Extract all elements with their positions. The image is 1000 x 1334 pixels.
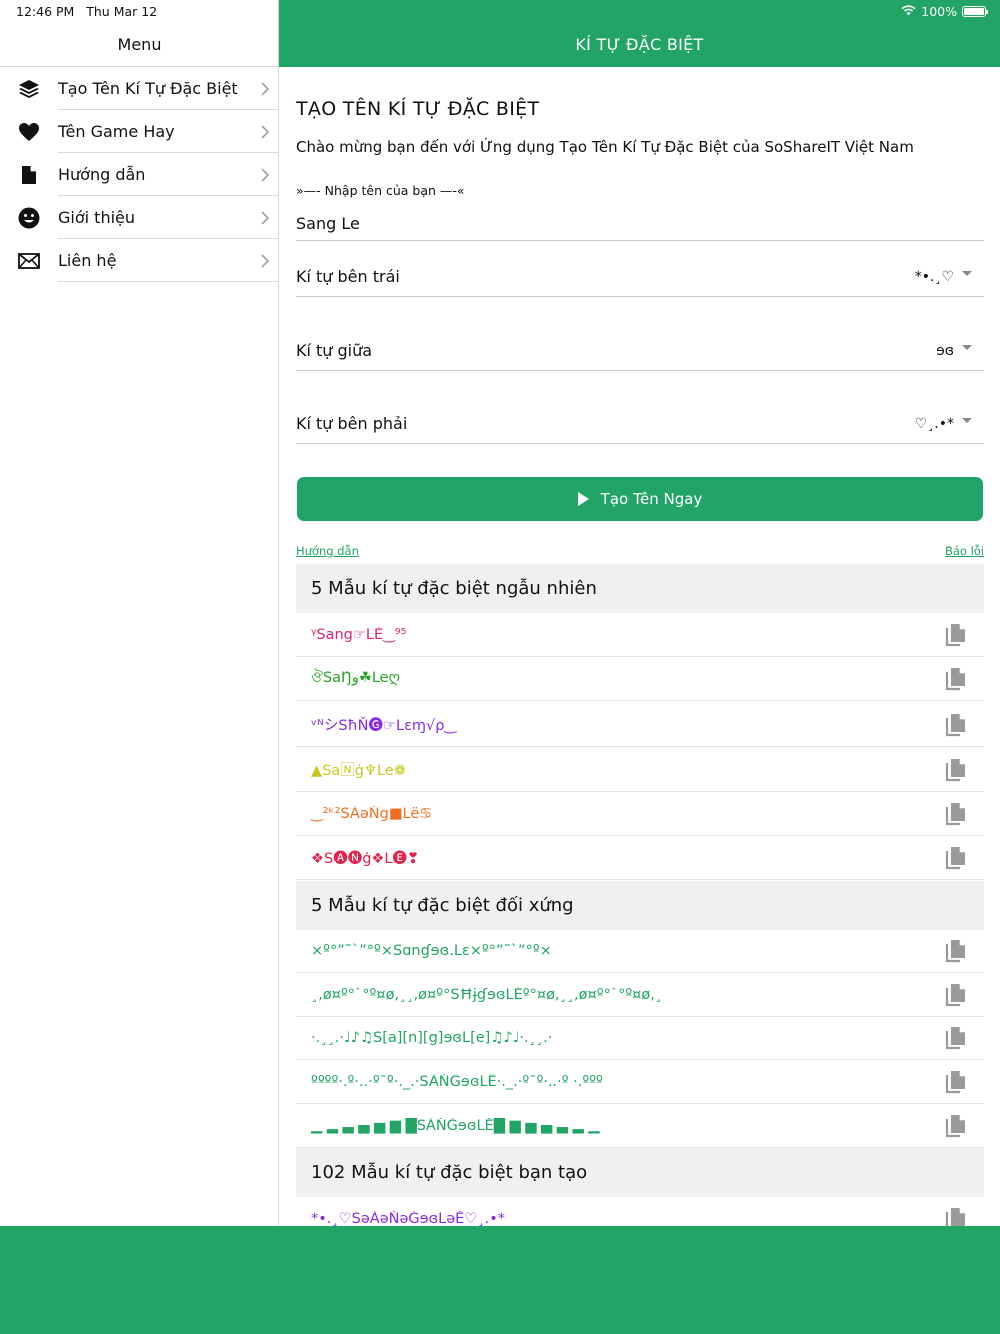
result-text: ❖S🅐🅝ģ❖L🅔❣ bbox=[311, 851, 420, 867]
chevron-right-icon bbox=[251, 124, 279, 139]
battery-percent: 100% bbox=[921, 4, 957, 19]
sidebar-item-label: Tên Game Hay bbox=[58, 122, 175, 141]
status-time-date: 12:46 PM Thu Mar 12 bbox=[16, 4, 158, 19]
result-row: ❖S🅐🅝ģ❖L🅔❣ bbox=[296, 836, 984, 880]
heart-icon bbox=[0, 122, 58, 142]
create-name-button[interactable]: Tạo Tên Ngay bbox=[297, 477, 983, 521]
result-text: ×º°”˜`”°º×Sɑnɠɘɞ.Lɛ×º°”˜`”°º× bbox=[311, 942, 552, 959]
result-text: ºººº·.º·..·º¯º·._.·SÄŇĜɘɞLË·._.·º¯º·..·º… bbox=[311, 1073, 603, 1090]
sidebar-item-guide[interactable]: Hướng dẫn bbox=[0, 153, 279, 196]
result-row: ¸,ø¤º°`°º¤ø,¸¸,ø¤º°SĦɉɠɘɞLĔº°¤ø,¸¸,ø¤º°`… bbox=[296, 973, 984, 1017]
bottom-banner bbox=[0, 1226, 1000, 1334]
sidebar-item-label: Tạo Tên Kí Tự Đặc Biệt bbox=[58, 79, 238, 98]
sidebar-item-create-name[interactable]: Tạo Tên Kí Tự Đặc Biệt bbox=[0, 67, 279, 110]
mail-icon bbox=[0, 252, 58, 269]
copy-icon[interactable] bbox=[934, 667, 978, 691]
sidebar-item-label: Hướng dẫn bbox=[58, 165, 146, 184]
result-row: ºººº·.º·..·º¯º·._.·SÄŇĜɘɞLË·._.·º¯º·..·º… bbox=[296, 1060, 984, 1104]
result-row: ‿²ᵏ²SÁǝŇg■Lë♋ bbox=[296, 792, 984, 836]
result-row: ×º°”˜`”°º×Sɑnɠɘɞ.Lɛ×º°”˜`”°º× bbox=[296, 929, 984, 973]
header-title: KÍ TỰ ĐẶC BIỆT bbox=[575, 35, 704, 54]
play-icon bbox=[577, 492, 589, 506]
result-text: ‿²ᵏ²SÁǝŇg■Lë♋ bbox=[311, 805, 433, 822]
app-screen: 12:46 PM Thu Mar 12 Menu Tạo Tên Kí Tự Đ… bbox=[0, 0, 1000, 1334]
result-text: ᵛᴺシSħŇ🅖☞Lɛɱ√ρ‿ bbox=[311, 718, 457, 734]
top-nav-bar: KÍ TỰ ĐẶC BIỆT bbox=[279, 0, 1000, 67]
layers-icon bbox=[0, 79, 58, 99]
section-header-random: 5 Mẫu kí tự đặc biệt ngẫu nhiên bbox=[296, 564, 984, 613]
copy-icon[interactable] bbox=[934, 802, 978, 826]
result-row: ▁ ▂ ▃ ▄ ▅ ▆ █SĂŇĞɘɞLĚ█ ▆ ▅ ▄ ▃ ▂ ▁ bbox=[296, 1104, 984, 1148]
copy-icon[interactable] bbox=[934, 623, 978, 647]
welcome-text: Chào mừng bạn đến với Ứng dụng Tạo Tên K… bbox=[296, 138, 914, 156]
copy-icon[interactable] bbox=[934, 713, 978, 737]
left-char-select[interactable]: Kí tự bên trái *•.¸♡ bbox=[296, 257, 984, 297]
select-label: Kí tự giữa bbox=[296, 341, 373, 360]
menu-title: Menu bbox=[117, 35, 162, 54]
result-text: ঔSaŊو☘Leღ bbox=[311, 669, 401, 686]
chevron-right-icon bbox=[251, 253, 279, 268]
middle-char-select[interactable]: Kí tự giữa ɘɞ bbox=[296, 331, 984, 371]
result-row: ·.¸¸.·♩♪♫S[a][n][g]ɘɞL[e]♫♪♩·.¸¸.· bbox=[296, 1016, 984, 1060]
result-row: ᵛᴺシSħŇ🅖☞Lɛɱ√ρ‿ bbox=[296, 703, 984, 747]
select-value: *•.¸♡ bbox=[914, 268, 954, 285]
copy-icon[interactable] bbox=[934, 1026, 978, 1050]
result-row: ঔSaŊو☘Leღ bbox=[296, 657, 984, 701]
copy-icon[interactable] bbox=[934, 983, 978, 1007]
result-text: ᵞSang☞LĔ‿⁹⁵ bbox=[311, 626, 407, 643]
guide-link[interactable]: Hướng dẫn bbox=[296, 544, 359, 558]
chevron-right-icon bbox=[251, 210, 279, 225]
select-value: ɘɞ bbox=[936, 342, 954, 359]
section-header-user-created: 102 Mẫu kí tự đặc biệt bạn tạo bbox=[296, 1148, 984, 1197]
name-input-label: »—- Nhập tên của bạn —-« bbox=[296, 183, 465, 198]
sidebar-item-contact[interactable]: Liên hệ bbox=[0, 239, 279, 282]
select-value: ♡¸.•* bbox=[914, 415, 954, 432]
section-header-symmetric: 5 Mẫu kí tự đặc biệt đối xứng bbox=[296, 881, 984, 930]
caret-down-icon bbox=[962, 271, 972, 276]
result-text: *•.¸♡SǝĂǝŇǝĞɘɞLǝĚ♡¸.•* bbox=[311, 1211, 506, 1227]
sidebar-item-about[interactable]: Giới thiệu bbox=[0, 196, 279, 239]
status-indicators: 100% bbox=[901, 4, 988, 19]
chevron-right-icon bbox=[251, 167, 279, 182]
select-label: Kí tự bên phải bbox=[296, 414, 408, 433]
sidebar-item-label: Giới thiệu bbox=[58, 208, 136, 227]
sidebar-item-label: Liên hệ bbox=[58, 251, 117, 270]
copy-icon[interactable] bbox=[934, 1070, 978, 1094]
copy-icon[interactable] bbox=[934, 758, 978, 782]
create-button-label: Tạo Tên Ngay bbox=[600, 490, 703, 508]
wifi-icon bbox=[901, 4, 916, 19]
name-input[interactable] bbox=[296, 207, 984, 241]
result-text: ¸,ø¤º°`°º¤ø,¸¸,ø¤º°SĦɉɠɘɞLĔº°¤ø,¸¸,ø¤º°`… bbox=[311, 986, 663, 1003]
copy-icon[interactable] bbox=[934, 939, 978, 963]
chevron-right-icon bbox=[251, 81, 279, 96]
caret-down-icon bbox=[962, 418, 972, 423]
result-text: ▁ ▂ ▃ ▄ ▅ ▆ █SĂŇĞɘɞLĚ█ ▆ ▅ ▄ ▃ ▂ ▁ bbox=[311, 1117, 600, 1134]
page-title: TẠO TÊN KÍ TỰ ĐẶC BIỆT bbox=[296, 98, 540, 120]
caret-down-icon bbox=[962, 345, 972, 350]
select-label: Kí tự bên trái bbox=[296, 267, 400, 286]
result-text: ·.¸¸.·♩♪♫S[a][n][g]ɘɞL[e]♫♪♩·.¸¸.· bbox=[311, 1029, 553, 1046]
battery-icon bbox=[962, 6, 988, 17]
report-bug-link[interactable]: Báo lỗi bbox=[945, 544, 984, 558]
copy-icon[interactable] bbox=[934, 1114, 978, 1138]
right-char-select[interactable]: Kí tự bên phải ♡¸.•* bbox=[296, 404, 984, 444]
menu-list: Tạo Tên Kí Tự Đặc Biệt Tên Game Hay Hướn… bbox=[0, 66, 279, 282]
sidebar-item-game-names[interactable]: Tên Game Hay bbox=[0, 110, 279, 153]
sidebar: 12:46 PM Thu Mar 12 Menu Tạo Tên Kí Tự Đ… bbox=[0, 0, 279, 1226]
copy-icon[interactable] bbox=[934, 846, 978, 870]
result-row: ᵞSang☞LĔ‿⁹⁵ bbox=[296, 613, 984, 657]
result-row: ▲Sa🄽ģ♆Le❁ bbox=[296, 748, 984, 792]
document-icon bbox=[0, 165, 58, 185]
smiley-icon bbox=[0, 207, 58, 229]
result-text: ▲Sa🄽ģ♆Le❁ bbox=[311, 763, 406, 779]
